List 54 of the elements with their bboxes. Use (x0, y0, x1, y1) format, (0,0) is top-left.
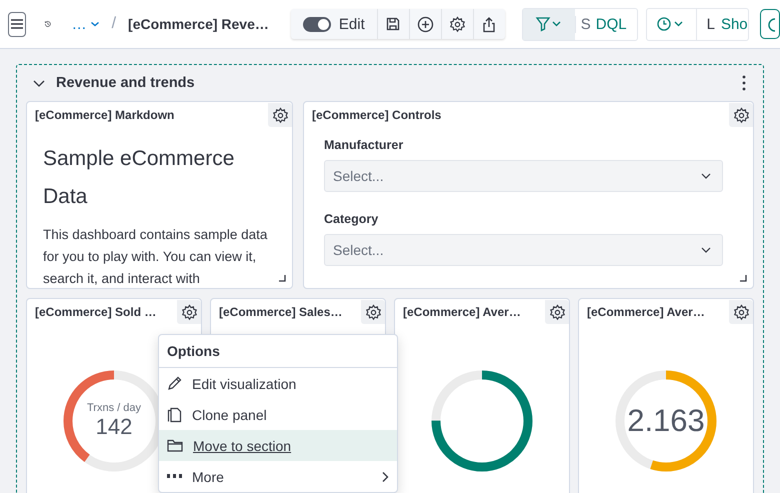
menu-button[interactable] (8, 12, 26, 36)
panel-title: [eCommerce] Sold … (35, 305, 156, 319)
panel-settings-button[interactable] (361, 300, 385, 324)
save-icon (385, 16, 402, 32)
breadcrumb-separator: / (112, 15, 116, 33)
caret-icon (90, 20, 100, 28)
panel-title: [eCommerce] Sales… (219, 305, 342, 319)
settings-icon (448, 16, 466, 32)
menu-item[interactable]: Clone panel (159, 399, 397, 430)
search-field[interactable]: S (574, 16, 596, 32)
gauge-label: Trxns / day (87, 402, 141, 414)
resize-handle-icon[interactable] (740, 275, 747, 282)
section-title: Revenue and trends (56, 75, 195, 91)
panel-title: [eCommerce] Controls (312, 108, 442, 122)
pencil-icon (167, 376, 182, 391)
control-label: Category (324, 212, 380, 226)
select-dropdown[interactable]: Select... (324, 234, 723, 266)
caret-icon (700, 172, 712, 180)
panel-title: [eCommerce] Aver… (403, 305, 521, 319)
show-dates-link[interactable]: Sho (720, 16, 748, 32)
panel-settings-button[interactable] (729, 103, 753, 127)
folder-icon (167, 439, 183, 452)
panel-settings-button[interactable] (545, 300, 569, 324)
refresh-button[interactable] (760, 9, 780, 39)
filter-button[interactable] (522, 8, 575, 40)
grid-icon (167, 474, 182, 479)
menu-title: Options (159, 335, 397, 368)
panel-title: [eCommerce] Markdown (35, 108, 174, 122)
menu-item[interactable]: Move to section (159, 430, 397, 461)
panel-settings-button[interactable] (268, 103, 292, 127)
edit-label: Edit (338, 16, 365, 32)
filter-icon (534, 16, 563, 32)
panel-title: [eCommerce] Aver… (587, 305, 705, 319)
resize-handle-icon[interactable] (279, 275, 286, 282)
plus-icon (416, 16, 434, 32)
caret-icon (700, 246, 712, 254)
query-language-button[interactable]: DQL (596, 16, 637, 32)
dashboard-title: [eCommerce] Reve… (128, 16, 269, 32)
menu-item[interactable]: More (159, 461, 397, 492)
panel-settings-button[interactable] (177, 300, 201, 324)
markdown-heading: Sample eCommerce Data (43, 146, 236, 210)
panel-settings-button[interactable] (729, 300, 753, 324)
markdown-paragraph: This dashboard contains sample data for you to play with. You can view it, search it, and interact with (43, 226, 268, 288)
select-dropdown[interactable]: Select... (324, 160, 723, 192)
menu-item[interactable]: Edit visualization (159, 368, 397, 399)
breadcrumb-more-button[interactable]: … (72, 16, 100, 32)
gauge-value: 142 (96, 414, 132, 440)
gauge-value: 2.163 (627, 403, 705, 439)
share-icon (481, 16, 498, 32)
menu-icon (9, 17, 25, 31)
control-label: Manufacturer (324, 138, 404, 152)
more-options-icon[interactable] (742, 75, 746, 91)
copy-icon (167, 406, 182, 422)
time-range-text: L (706, 16, 716, 32)
